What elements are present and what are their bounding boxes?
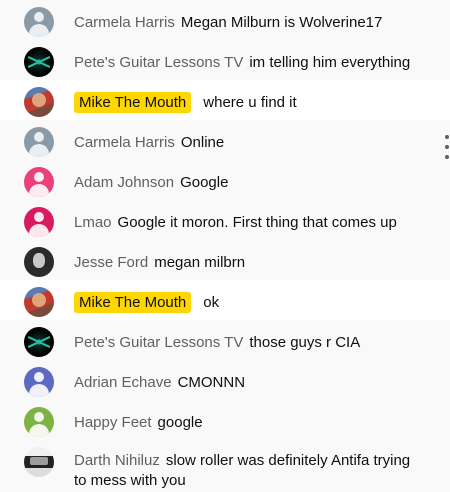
author-name[interactable]: Happy Feet — [74, 414, 152, 431]
chat-message: Jesse Ford megan milbrn — [0, 240, 450, 280]
default-person-icon[interactable] — [24, 407, 54, 437]
author-name[interactable]: Lmao — [74, 214, 112, 231]
message-text: CMONNN — [177, 374, 246, 391]
message-text: google — [157, 414, 203, 431]
message-text: Google — [180, 174, 229, 191]
chat-message-content: Happy Feet google — [74, 413, 420, 433]
chat-message-content: Pete's Guitar Lessons TV those guys r CIA — [74, 333, 420, 353]
chat-message: Darth Nihiluz slow roller was definitely … — [0, 440, 450, 492]
default-person-icon[interactable] — [24, 207, 54, 237]
owner-author-badge[interactable]: Mike The Mouth — [74, 292, 192, 313]
chat-message-content: Carmela Harris Megan Milburn is Wolverine… — [74, 13, 420, 33]
guitar-channel-avatar[interactable] — [24, 47, 54, 77]
chat-message-content: Darth Nihiluz slow roller was definitely … — [74, 451, 420, 491]
author-name[interactable]: Jesse Ford — [74, 254, 148, 271]
chat-message: Carmela Harris Online — [0, 120, 450, 160]
message-text: Google it moron. First thing that comes … — [117, 214, 397, 231]
default-person-icon[interactable] — [24, 367, 54, 397]
message-text: megan milbrn — [154, 254, 246, 271]
message-text: Megan Milburn is Wolverine17 — [180, 14, 383, 31]
live-chat-list: Carmela Harris Megan Milburn is Wolverine… — [0, 0, 450, 492]
author-name[interactable]: Darth Nihiluz — [74, 452, 160, 469]
dot — [445, 155, 449, 159]
author-name[interactable]: Pete's Guitar Lessons TV — [74, 334, 243, 351]
author-name[interactable]: Carmela Harris — [74, 14, 175, 31]
chat-message: Happy Feet google — [0, 400, 450, 440]
chat-message-content: Mike The Mouth where u find it — [74, 92, 420, 113]
message-text: Online — [180, 134, 225, 151]
default-person-icon[interactable] — [24, 127, 54, 157]
chat-message-content: Lmao Google it moron. First thing that co… — [74, 213, 420, 233]
author-name[interactable]: Carmela Harris — [74, 134, 175, 151]
chat-message-content: Pete's Guitar Lessons TV im telling him e… — [74, 53, 420, 73]
chat-message: Adam Johnson Google — [0, 160, 450, 200]
chat-message: Pete's Guitar Lessons TV im telling him e… — [0, 40, 450, 80]
message-text: those guys r CIA — [249, 334, 361, 351]
message-text: where u find it — [203, 94, 297, 111]
chat-message-content: Jesse Ford megan milbrn — [74, 253, 420, 273]
chat-message: Lmao Google it moron. First thing that co… — [0, 200, 450, 240]
message-text: ok — [203, 294, 220, 311]
chat-message-owner: Mike The Mouth where u find it — [0, 80, 450, 120]
dot — [445, 135, 449, 139]
message-text: im telling him everything — [249, 54, 411, 71]
jesse-avatar[interactable] — [24, 247, 54, 277]
chat-message-content: Adrian Echave CMONNN — [74, 373, 420, 393]
owner-author-badge[interactable]: Mike The Mouth — [74, 92, 192, 113]
chat-message: Pete's Guitar Lessons TV those guys r CIA — [0, 320, 450, 360]
more-options-icon[interactable] — [444, 135, 450, 159]
chat-message: Adrian Echave CMONNN — [0, 360, 450, 400]
author-name[interactable]: Adrian Echave — [74, 374, 172, 391]
chat-message: Carmela Harris Megan Milburn is Wolverine… — [0, 0, 450, 40]
default-person-icon[interactable] — [24, 7, 54, 37]
guitar-channel-avatar[interactable] — [24, 327, 54, 357]
mike-avatar[interactable] — [24, 287, 54, 317]
chat-message-content: Adam Johnson Google — [74, 173, 420, 193]
chat-message-content: Carmela Harris Online — [74, 133, 420, 153]
default-person-icon[interactable] — [24, 167, 54, 197]
chat-message-owner: Mike The Mouth ok — [0, 280, 450, 320]
dot — [445, 145, 449, 149]
darth-avatar[interactable] — [24, 447, 54, 477]
chat-message-content: Mike The Mouth ok — [74, 292, 420, 313]
mike-avatar[interactable] — [24, 87, 54, 117]
author-name[interactable]: Pete's Guitar Lessons TV — [74, 54, 243, 71]
author-name[interactable]: Adam Johnson — [74, 174, 174, 191]
